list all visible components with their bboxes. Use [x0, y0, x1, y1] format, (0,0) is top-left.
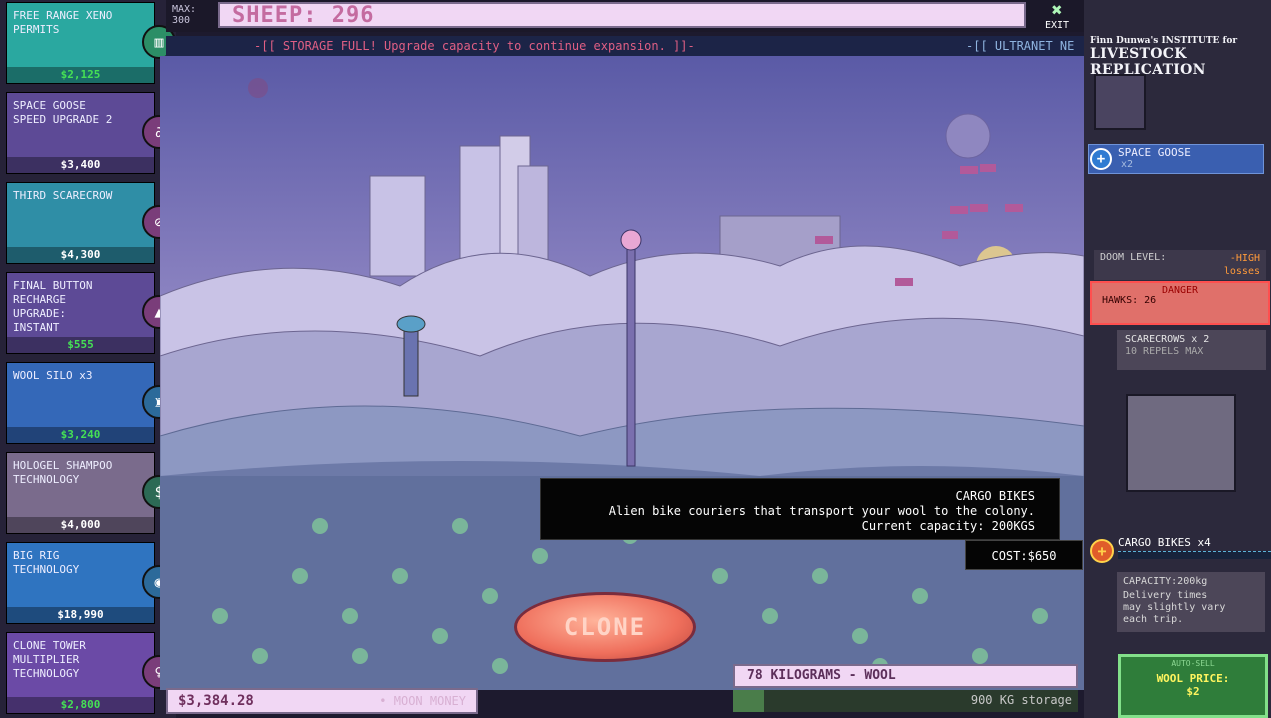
plus-icon: +	[1090, 148, 1112, 170]
upgrade-name: SPACE GOOSE SPEED UPGRADE 2	[13, 99, 113, 126]
max-sheep-readout: MAX: 300	[172, 4, 196, 26]
wool-price-value: $2	[1186, 685, 1200, 698]
cargo-bikes-unit[interactable]: + CARGO BIKES x4	[1088, 536, 1271, 568]
upgrade-card[interactable]: FREE RANGE XENO PERMITS $2,125 ▥	[6, 2, 176, 84]
scarecrow-title: SCARECROWS x 2	[1125, 334, 1210, 345]
goose-count: x2	[1121, 159, 1134, 170]
wool-amount: 78 KILOGRAMS - WOOL	[747, 668, 896, 683]
storage-fill	[733, 690, 765, 712]
money-bar: $3,384.28 • MOON MONEY	[166, 688, 478, 714]
plus-icon: +	[1090, 539, 1114, 563]
upgrade-name: THIRD SCARECROW	[13, 189, 113, 202]
upgrade-price: $4,000	[7, 517, 154, 533]
goose-name: SPACE GOOSE	[1118, 146, 1191, 159]
doom-level: DOOM LEVEL: -HIGH losses	[1094, 250, 1266, 280]
upgrade-name: WOOL SILO x3	[13, 369, 93, 382]
doom-value: -HIGH	[1229, 253, 1260, 264]
max-value: 300	[172, 15, 191, 26]
exit-label: EXIT	[1044, 20, 1070, 31]
doom-sub: losses	[1223, 266, 1260, 277]
upgrade-card[interactable]: WOOL SILO x3 $3,240 ♜	[6, 362, 176, 444]
scarecrow-portrait	[1126, 394, 1236, 492]
upgrade-price: $2,800	[7, 697, 154, 713]
close-icon: ✖	[1051, 0, 1063, 21]
upgrade-card[interactable]: THIRD SCARECROW $4,300 ⊘	[6, 182, 176, 264]
upgrade-card[interactable]: FINAL BUTTON RECHARGE UPGRADE: INSTANT $5…	[6, 272, 176, 354]
storage-bar: 900 KG storage	[733, 690, 1078, 712]
cargo-progress	[1118, 551, 1271, 559]
sell-wool-button[interactable]: AUTO-SELL WOOL PRICE: $2	[1118, 654, 1268, 718]
upgrade-name: CLONE TOWER MULTIPLIER TECHNOLOGY	[13, 639, 86, 680]
goose-portrait	[1094, 74, 1146, 130]
danger-alert: DANGER HAWKS: 26	[1090, 281, 1270, 325]
news-ticker: -[[ STORAGE FULL! Upgrade capacity to co…	[166, 36, 1084, 56]
tooltip-capacity: Current capacity: 200KGS	[861, 519, 1035, 533]
doom-label: DOOM LEVEL:	[1100, 252, 1167, 263]
scarecrow-sub: 10 REPELS MAX	[1125, 346, 1204, 357]
clone-label: CLONE	[563, 613, 647, 641]
upgrade-card[interactable]: HOLOGEL SHAMPOO TECHNOLOGY $4,000 $	[6, 452, 176, 534]
institute-line-1: Finn Dunwa's INSTITUTE for	[1090, 36, 1238, 46]
space-goose-unit[interactable]: + SPACE GOOSE x2	[1088, 144, 1264, 174]
scarecrow-info: SCARECROWS x 2 10 REPELS MAX	[1117, 330, 1266, 370]
doom-value-block: -HIGH losses	[1224, 252, 1260, 278]
money-label: • MOON MONEY	[379, 694, 466, 708]
upgrade-card[interactable]: CLONE TOWER MULTIPLIER TECHNOLOGY $2,800 ♀	[6, 632, 176, 714]
upgrade-price: $18,990	[7, 607, 154, 623]
wool-bar: 78 KILOGRAMS - WOOL	[733, 664, 1078, 688]
wool-price-label: WOOL PRICE:	[1156, 672, 1230, 685]
tooltip-description: Alien bike couriers that transport your …	[608, 504, 1035, 518]
auto-sell-label: AUTO-SELL	[1171, 659, 1215, 668]
tooltip: CARGO BIKES Alien bike couriers that tra…	[540, 478, 1060, 540]
upgrade-price: $3,400	[7, 157, 154, 173]
money-value: $3,384.28	[178, 693, 254, 709]
upgrade-price: $4,300	[7, 247, 154, 263]
cargo-description: Delivery times may slightly vary each tr…	[1123, 590, 1226, 625]
storage-label: 900 KG storage	[970, 693, 1072, 707]
upgrade-name: HOLOGEL SHAMPOO TECHNOLOGY	[13, 459, 113, 486]
upgrade-name: FREE RANGE XENO PERMITS	[13, 9, 113, 36]
institute-logo: Finn Dunwa's INSTITUTE for LIVESTOCK REP…	[1090, 36, 1265, 78]
ticker-message: -[[ STORAGE FULL! Upgrade capacity to co…	[254, 39, 695, 53]
clone-button[interactable]: CLONE	[514, 592, 696, 662]
upgrade-price: $3,240	[7, 427, 154, 443]
cargo-info: CAPACITY:200kg Delivery times may slight…	[1117, 572, 1265, 632]
exit-button[interactable]: ✖ EXIT	[1040, 2, 1074, 32]
sheep-count-bar: SHEEP: 296	[218, 2, 1026, 28]
cargo-name: CARGO BIKES x4	[1118, 536, 1211, 549]
cost-label: COST:$650	[991, 549, 1057, 563]
upgrade-price: $2,125	[7, 67, 154, 83]
hawk-count: HAWKS: 26	[1102, 295, 1157, 306]
max-label: MAX:	[172, 4, 197, 15]
sheep-count: SHEEP: 296	[232, 3, 375, 28]
upgrade-name: FINAL BUTTON RECHARGE UPGRADE: INSTANT	[13, 279, 93, 334]
upgrade-price: $555	[7, 337, 154, 353]
cost-box: COST:$650	[965, 540, 1083, 570]
upgrade-card[interactable]: BIG RIG TECHNOLOGY $18,990 ◉	[6, 542, 176, 624]
tooltip-title: CARGO BIKES	[955, 489, 1035, 503]
cargo-capacity: CAPACITY:200kg	[1123, 576, 1208, 587]
upgrade-name: BIG RIG TECHNOLOGY	[13, 549, 80, 576]
ticker-message-2: -[[ ULTRANET NE	[966, 39, 1075, 53]
upgrade-card[interactable]: SPACE GOOSE SPEED UPGRADE 2 $3,400 ∂	[6, 92, 176, 174]
